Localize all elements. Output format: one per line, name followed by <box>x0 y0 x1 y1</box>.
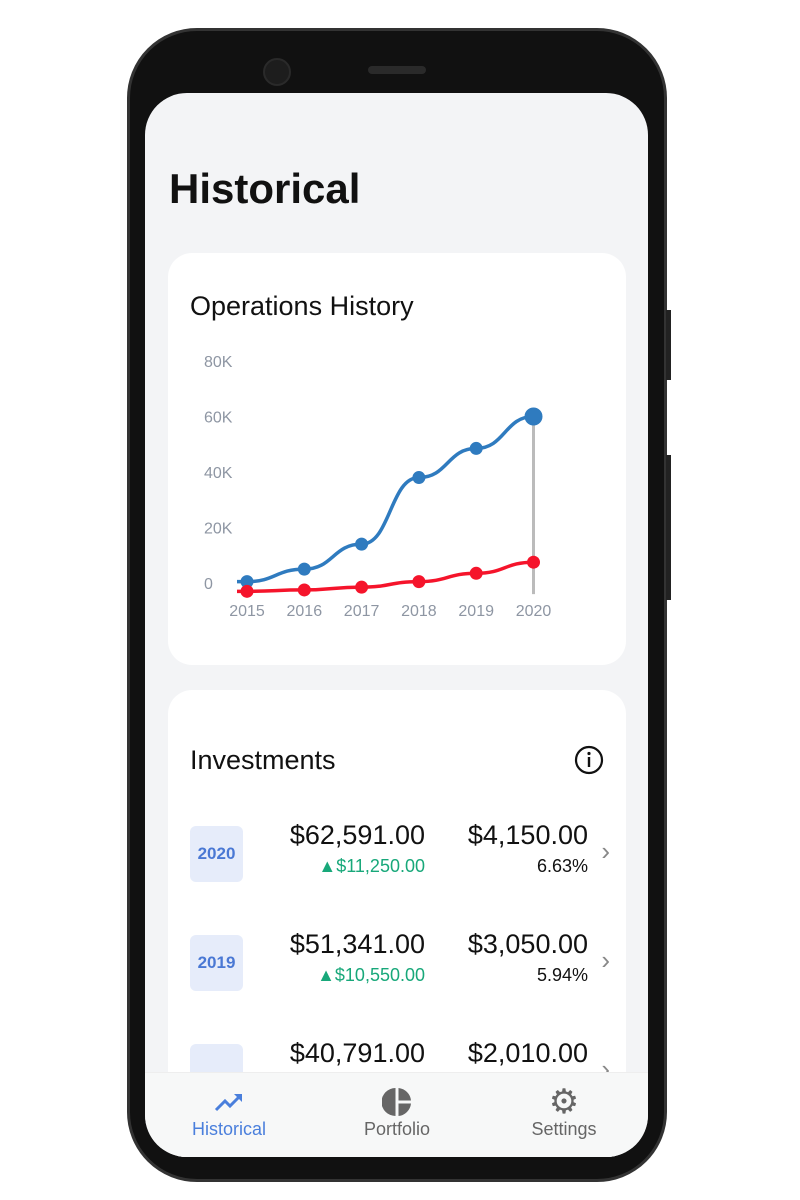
bottom-nav: Historical Portfolio ⚙ Settings <box>145 1072 648 1157</box>
speaker <box>368 66 426 74</box>
nav-historical[interactable]: Historical <box>159 1085 299 1140</box>
nav-portfolio[interactable]: Portfolio <box>327 1085 467 1140</box>
investment-row[interactable]: 2020 $62,591.00 ▲$11,250.00 $4,150.00 6.… <box>190 818 610 888</box>
pie-chart-icon <box>382 1088 411 1116</box>
x-tick-label: 2018 <box>401 603 437 620</box>
data-point[interactable] <box>297 562 311 576</box>
gain-percent: 6.63% <box>536 856 588 876</box>
trending-up-icon <box>214 1094 242 1112</box>
nav-settings[interactable]: ⚙ Settings <box>494 1085 634 1140</box>
data-point[interactable] <box>240 584 254 598</box>
x-tick-label: 2019 <box>458 603 494 620</box>
info-icon[interactable] <box>574 745 604 775</box>
year-badge: 2020 <box>190 826 243 882</box>
x-tick-label: 2017 <box>344 603 380 620</box>
gain-amount: $2,010.00 <box>467 1038 588 1068</box>
nav-label: Historical <box>191 1119 266 1139</box>
total-amount: $40,791.00 <box>289 1038 425 1068</box>
data-point[interactable] <box>297 583 311 597</box>
card-title: Operations History <box>190 291 414 321</box>
gain-percent: 5.94% <box>536 965 588 985</box>
y-tick-label: 80K <box>204 354 233 371</box>
data-point[interactable] <box>355 580 369 594</box>
series-line <box>237 560 534 594</box>
change-amount: ▲$11,250.00 <box>318 856 425 876</box>
total-amount: $62,591.00 <box>289 820 425 850</box>
x-tick-label: 2016 <box>287 603 323 620</box>
y-tick-label: 20K <box>204 521 233 538</box>
gain-amount: $3,050.00 <box>467 929 588 959</box>
change-amount: ▲$10,550.00 <box>317 965 425 985</box>
y-tick-label: 40K <box>204 465 233 482</box>
gain-amount: $4,150.00 <box>467 820 588 850</box>
chevron-right-icon[interactable]: › <box>601 836 610 867</box>
investment-row[interactable]: 2019 $51,341.00 ▲$10,550.00 $3,050.00 5.… <box>190 927 610 997</box>
data-point[interactable] <box>412 575 426 589</box>
screen: Historical Operations History 0 20K 40K 60K… <box>145 93 648 1157</box>
line-chart[interactable]: 0 20K 40K 60K 80K 2015 2016 2017 2018 2019 2020 <box>168 338 626 638</box>
page-title: Historical <box>169 165 361 212</box>
card-title: Investments <box>190 745 336 775</box>
y-tick-label: 60K <box>204 410 233 427</box>
nav-label: Portfolio <box>363 1119 431 1139</box>
data-point[interactable] <box>524 407 543 426</box>
y-tick-label: 0 <box>204 576 213 593</box>
nav-label: Settings <box>531 1119 597 1139</box>
data-point[interactable] <box>469 441 483 455</box>
volume-button <box>666 310 671 380</box>
data-point[interactable] <box>527 555 540 569</box>
x-tick-label: 2015 <box>229 603 265 620</box>
power-button <box>666 455 671 600</box>
chevron-right-icon[interactable]: › <box>601 945 610 976</box>
x-tick-label: 2020 <box>516 603 552 620</box>
series-line <box>237 414 534 584</box>
total-amount: $51,341.00 <box>289 929 425 959</box>
data-point[interactable] <box>412 471 426 485</box>
gear-icon: ⚙ <box>548 1083 580 1121</box>
data-point[interactable] <box>355 537 369 551</box>
year-badge: 2019 <box>190 935 243 991</box>
operations-history-card: Operations History 0 20K 40K 60K 80K 2015 2016… <box>168 253 626 665</box>
camera <box>263 58 291 86</box>
data-point[interactable] <box>469 566 483 580</box>
